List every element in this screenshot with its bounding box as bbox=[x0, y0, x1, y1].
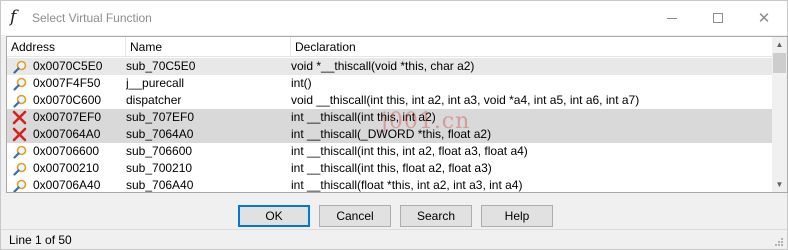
cell-address: 0x0070C5E0 bbox=[33, 59, 103, 73]
table-row[interactable]: 0x00707EF0 sub_707EF0 int __thiscall(int t… bbox=[7, 109, 772, 126]
red-x-icon bbox=[11, 126, 31, 143]
magnifier-icon bbox=[11, 177, 31, 192]
dialog-buttons: OK Cancel Search Help bbox=[1, 205, 788, 229]
function-f-icon: f bbox=[10, 7, 17, 27]
scroll-thumb[interactable] bbox=[773, 53, 786, 73]
cell-declaration: void __thiscall(int this, int a2, int a3… bbox=[291, 93, 640, 107]
chevron-up-icon: ▲ bbox=[775, 40, 784, 49]
help-button[interactable]: Help bbox=[481, 205, 553, 227]
cell-name: sub_700210 bbox=[126, 161, 193, 175]
resize-grip-icon[interactable] bbox=[774, 237, 784, 247]
column-header-declaration[interactable]: Declaration bbox=[291, 37, 771, 57]
table-row[interactable]: 0x007F4F50 j__purecall int() bbox=[7, 75, 772, 92]
cell-address: 0x00706600 bbox=[33, 144, 100, 158]
status-bar: Line 1 of 50 bbox=[1, 229, 787, 249]
column-header-name[interactable]: Name bbox=[126, 37, 291, 57]
cell-name: j__purecall bbox=[126, 76, 185, 90]
table-row[interactable]: 0x0070C5E0 sub_70C5E0 void *__thiscall(voi… bbox=[7, 58, 772, 75]
list-header: Address Name Declaration bbox=[7, 37, 772, 57]
cell-declaration: void *__thiscall(void *this, char a2) bbox=[291, 59, 475, 73]
table-row[interactable]: 0x0070C600 dispatcher void __thiscall(int … bbox=[7, 92, 772, 109]
table-row[interactable]: 0x007064A0 sub_7064A0 int __thiscall(_DWOR… bbox=[7, 126, 772, 143]
table-row[interactable]: 0x00706A40 sub_706A40 int __thiscall(float… bbox=[7, 177, 772, 192]
minimize-button[interactable] bbox=[649, 1, 695, 35]
chevron-down-icon: ▼ bbox=[775, 180, 784, 189]
table-row[interactable]: 0x00700210 sub_700210 int __thiscall(int t… bbox=[7, 160, 772, 177]
cell-declaration: int __thiscall(float *this, int a2, int … bbox=[291, 178, 523, 192]
minimize-icon bbox=[667, 17, 677, 19]
cancel-button[interactable]: Cancel bbox=[319, 205, 391, 227]
cell-name: sub_706600 bbox=[126, 144, 193, 158]
close-button[interactable]: ✕ bbox=[741, 1, 787, 35]
cell-declaration: int __thiscall(int this, int a2, float a… bbox=[291, 144, 528, 158]
title-bar[interactable]: f Select Virtual Function ✕ bbox=[1, 1, 787, 35]
select-virtual-function-dialog: f Select Virtual Function ✕ Address Name… bbox=[0, 0, 788, 250]
cell-address: 0x007064A0 bbox=[33, 127, 101, 141]
cell-address: 0x00700210 bbox=[33, 161, 100, 175]
close-icon: ✕ bbox=[757, 9, 771, 27]
table-row[interactable]: 0x00706600 sub_706600 int __thiscall(int t… bbox=[7, 143, 772, 160]
maximize-icon bbox=[713, 13, 723, 23]
red-x-icon bbox=[11, 109, 31, 126]
cell-address: 0x007F4F50 bbox=[33, 76, 101, 90]
cell-name: sub_70C5E0 bbox=[126, 59, 196, 73]
magnifier-icon bbox=[11, 75, 31, 92]
function-list[interactable]: Address Name Declaration 0x0070C5E0 sub_7… bbox=[6, 36, 788, 193]
scroll-down-button[interactable]: ▼ bbox=[772, 177, 787, 192]
column-header-address[interactable]: Address bbox=[7, 37, 126, 57]
status-line-count: Line 1 of 50 bbox=[9, 233, 72, 247]
cell-name: dispatcher bbox=[126, 93, 182, 107]
scroll-up-button[interactable]: ▲ bbox=[772, 37, 787, 52]
cell-address: 0x00707EF0 bbox=[33, 110, 102, 124]
magnifier-icon bbox=[11, 160, 31, 177]
cell-name: sub_707EF0 bbox=[126, 110, 195, 124]
cell-declaration: int __thiscall(int this, int a2) bbox=[291, 110, 436, 124]
cell-name: sub_7064A0 bbox=[126, 127, 194, 141]
cell-declaration: int __thiscall(_DWORD *this, float a2) bbox=[291, 127, 492, 141]
window-title: Select Virtual Function bbox=[32, 11, 152, 25]
magnifier-icon bbox=[11, 143, 31, 160]
magnifier-icon bbox=[11, 58, 31, 75]
magnifier-icon bbox=[11, 92, 31, 109]
search-button[interactable]: Search bbox=[400, 205, 472, 227]
ok-button[interactable]: OK bbox=[238, 205, 310, 227]
vertical-scrollbar[interactable]: ▲ ▼ bbox=[772, 37, 787, 192]
maximize-button[interactable] bbox=[695, 1, 741, 35]
cell-address: 0x00706A40 bbox=[33, 178, 101, 192]
list-rows: 0x0070C5E0 sub_70C5E0 void *__thiscall(voi… bbox=[7, 58, 772, 192]
cell-address: 0x0070C600 bbox=[33, 93, 102, 107]
cell-declaration: int __thiscall(int this, float a2, float… bbox=[291, 161, 492, 175]
cell-declaration: int() bbox=[291, 76, 312, 90]
cell-name: sub_706A40 bbox=[126, 178, 194, 192]
